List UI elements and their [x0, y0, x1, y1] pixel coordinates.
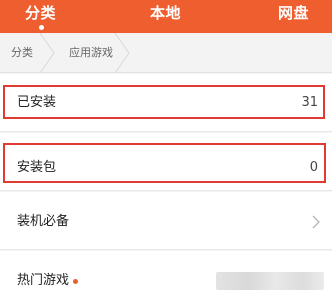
tab-cloud[interactable]: 网盘	[278, 4, 309, 22]
new-badge-dot	[73, 279, 78, 284]
tab-local[interactable]: 本地	[150, 4, 181, 22]
highlight-box-installed	[3, 85, 325, 119]
breadcrumb-separator-icon	[114, 33, 130, 73]
row-label: 装机必备	[17, 214, 70, 229]
breadcrumb-separator-icon	[39, 33, 55, 73]
list-row-essentials[interactable]: 装机必备	[0, 192, 332, 250]
chevron-right-icon	[312, 215, 320, 229]
row-label: 热门游戏	[17, 273, 70, 288]
breadcrumb-item-category[interactable]: 分类	[11, 46, 33, 60]
top-tab-bar: 分类 本地 网盘	[0, 0, 332, 33]
tab-category[interactable]: 分类	[25, 4, 56, 22]
list-row-hot-games[interactable]: 热门游戏	[0, 251, 332, 303]
active-tab-indicator	[39, 25, 44, 30]
highlight-box-packages	[3, 143, 326, 183]
breadcrumb: 分类 应用游戏	[0, 33, 332, 73]
breadcrumb-item-apps-games[interactable]: 应用游戏	[69, 46, 113, 60]
blurred-content	[216, 272, 324, 290]
